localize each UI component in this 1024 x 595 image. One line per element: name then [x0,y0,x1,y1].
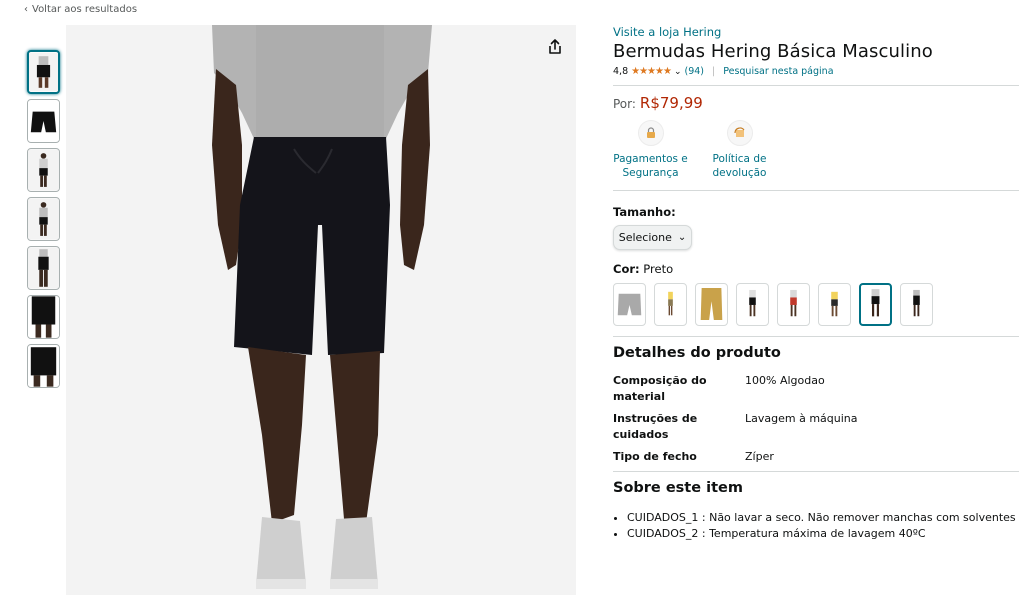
color-label-key: Cor: [613,262,640,276]
about-bullets: CUIDADOS_1 : Não lavar a seco. Não remov… [613,510,1019,542]
divider: | [712,66,716,77]
divider [613,471,1019,472]
share-button[interactable] [544,36,566,58]
list-item: CUIDADOS_2 : Temperatura máxima de lavag… [627,526,1019,542]
lock-icon [637,120,664,146]
chevron-down-icon: ⌄ [677,232,687,243]
color-swatch-yellow-model[interactable] [818,283,851,326]
product-photo [66,25,576,595]
about-title: Sobre este item [613,480,743,496]
thumbnail-6[interactable] [27,295,60,339]
color-value: Preto [643,262,674,276]
price-label: Por: [613,97,636,111]
product-title: Bermudas Hering Básica Masculino [613,41,933,62]
chevron-down-icon[interactable]: ⌄ [674,67,682,77]
rating-row: 4,8 ★★★★★ ⌄ (94) | Pesquisar nesta págin… [613,66,1019,77]
divider [613,85,1019,86]
divider [613,336,1019,337]
back-label: Voltar aos resultados [32,4,138,15]
detail-row: Composição do material 100% Algodao [613,373,1019,405]
search-page-link[interactable]: Pesquisar nesta página [723,66,833,77]
main-product-image[interactable] [66,25,576,595]
color-swatch-grey[interactable] [613,283,646,326]
thumbnail-4[interactable] [27,197,60,241]
price-row: Por: R$79,99 [613,94,1019,112]
feature-badges: Pagamentos e Segurança Política de devol… [613,120,1019,180]
price-value: R$79,99 [639,94,703,112]
detail-key: Tipo de fecho [613,450,697,463]
list-item: CUIDADOS_1 : Não lavar a seco. Não remov… [627,510,1019,526]
thumbnail-5[interactable] [27,246,60,290]
feature-label: Pagamentos e Segurança [613,153,688,179]
store-link[interactable]: Visite a loja Hering [613,25,1019,39]
thumbnail-strip [27,50,61,393]
chevron-left-icon: ‹ [24,4,28,15]
share-icon [549,39,561,54]
divider [613,190,1019,191]
feature-payments-security[interactable]: Pagamentos e Segurança [613,120,688,180]
rating-value: 4,8 [613,66,629,77]
detail-key: Composição do material [613,374,707,403]
color-swatch-black-model[interactable] [736,283,769,326]
size-select[interactable]: Selecione ⌄ [613,225,692,250]
thumbnail-2[interactable] [27,99,60,143]
color-swatch-khaki[interactable] [695,283,728,326]
detail-value: 100% Algodao [745,374,825,387]
return-box-icon [726,120,753,146]
rating-count[interactable]: (94) [684,66,704,77]
feature-return-policy[interactable]: Política de devolução [702,120,777,180]
back-to-results-link[interactable]: ‹ Voltar aos resultados [24,4,137,15]
color-swatches [613,283,1019,326]
star-rating-icon[interactable]: ★★★★★ [631,66,672,77]
detail-value: Lavagem à máquina [745,412,858,425]
product-info-panel: Visite a loja Hering Bermudas Hering Bás… [613,25,1019,542]
color-swatch-black-side[interactable] [900,283,933,326]
thumbnail-1[interactable] [27,50,60,94]
color-swatch-red-model[interactable] [777,283,810,326]
size-select-value: Selecione [618,231,672,244]
detail-row: Instruções de cuidados Lavagem à máquina [613,411,1019,443]
detail-key: Instruções de cuidados [613,412,698,441]
feature-label: Política de devolução [712,153,767,179]
detail-value: Zíper [745,450,774,463]
details-title: Detalhes do produto [613,345,781,361]
detail-row: Tipo de fecho Zíper [613,449,1019,465]
color-swatch-khaki-model[interactable] [654,283,687,326]
thumbnail-7[interactable] [27,344,60,388]
color-swatch-black-selected[interactable] [859,283,892,326]
thumbnail-3[interactable] [27,148,60,192]
size-label: Tamanho: [613,205,676,219]
color-label: Cor: Preto [613,262,1019,276]
details-table: Composição do material 100% Algodao Inst… [613,373,1019,465]
